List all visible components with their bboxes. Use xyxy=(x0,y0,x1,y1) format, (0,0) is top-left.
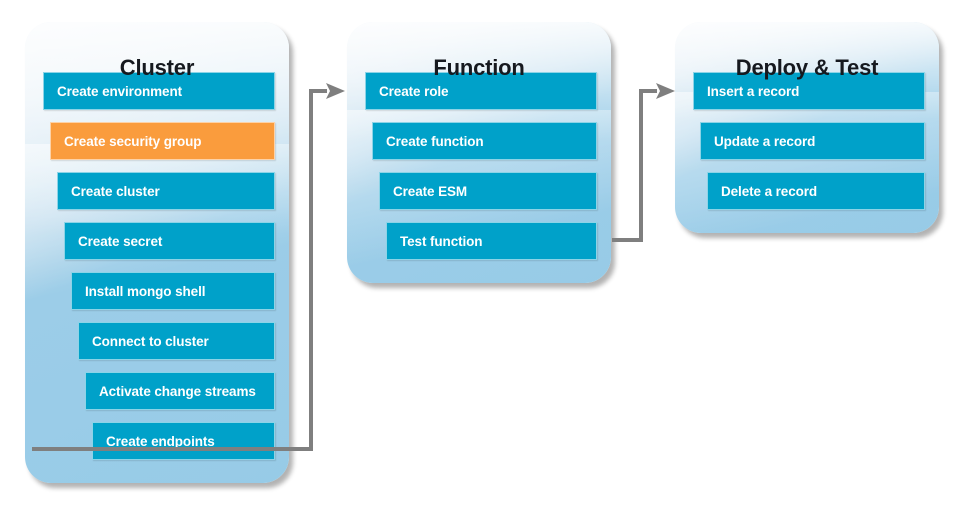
connector-path xyxy=(612,89,657,242)
arrow-right-icon xyxy=(656,83,675,99)
diagram-canvas: Cluster Create environment Create securi… xyxy=(0,0,965,505)
connector-function-to-deploytest xyxy=(0,0,965,505)
